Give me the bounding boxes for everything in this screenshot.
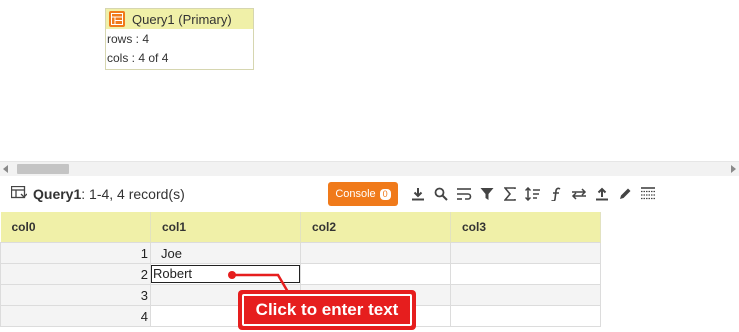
search-icon[interactable] — [431, 184, 451, 204]
function-icon[interactable] — [546, 184, 566, 204]
column-header-col0[interactable]: col0 — [0, 212, 151, 243]
scrollbar-thumb[interactable] — [17, 164, 69, 174]
result-record-count: : 1-4, 4 record(s) — [81, 186, 185, 202]
query-rows-count: rows : 4 — [107, 32, 150, 46]
sort-icon[interactable] — [523, 184, 543, 204]
scroll-right-icon[interactable] — [731, 165, 736, 173]
table-cell[interactable] — [450, 242, 601, 264]
query-table-icon — [109, 11, 125, 27]
result-grid-icon — [11, 186, 27, 199]
console-button[interactable]: Console 0 — [328, 182, 398, 206]
table-cell[interactable]: 3 — [0, 284, 151, 306]
table-row: 1 Joe — [0, 242, 601, 264]
query-node-title: Query1 (Primary) — [132, 11, 232, 27]
horizontal-scrollbar[interactable] — [0, 161, 739, 176]
query-cols-count: cols : 4 of 4 — [107, 51, 169, 65]
download-icon[interactable] — [408, 184, 428, 204]
result-toolbar: Query1: 1-4, 4 record(s) Console 0 — [0, 178, 739, 210]
columns-icon[interactable] — [638, 184, 658, 204]
console-label: Console — [335, 188, 376, 200]
table-cell[interactable] — [450, 284, 601, 306]
edit-icon[interactable] — [615, 184, 635, 204]
result-query-name: Query1 — [33, 186, 82, 202]
callout-text: Click to enter text — [242, 294, 412, 326]
table-cell[interactable] — [300, 242, 451, 264]
table-cell[interactable] — [300, 263, 451, 285]
scroll-left-icon[interactable] — [3, 165, 8, 173]
table-cell[interactable] — [450, 263, 601, 285]
column-header-col2[interactable]: col2 — [300, 212, 451, 243]
wrap-icon[interactable] — [454, 184, 474, 204]
sum-icon[interactable] — [500, 184, 520, 204]
grid-header-row: col0 col1 col2 col3 — [0, 212, 601, 243]
console-count-badge: 0 — [379, 188, 391, 200]
filter-icon[interactable] — [477, 184, 497, 204]
table-cell[interactable]: Joe — [150, 242, 301, 264]
swap-icon[interactable] — [569, 184, 589, 204]
column-header-col3[interactable]: col3 — [450, 212, 601, 243]
upload-icon[interactable] — [592, 184, 612, 204]
table-cell[interactable]: 2 — [0, 263, 151, 285]
table-row: 2 Robert — [0, 263, 601, 285]
callout-box: Click to enter text — [238, 290, 416, 330]
table-cell[interactable]: 1 — [0, 242, 151, 264]
result-title: Query1: 1-4, 4 record(s) — [33, 186, 185, 202]
query-node[interactable]: Query1 (Primary) rows : 4 cols : 4 of 4 — [105, 8, 254, 70]
table-cell[interactable] — [450, 305, 601, 327]
table-cell[interactable]: 4 — [0, 305, 151, 327]
column-header-col1[interactable]: col1 — [150, 212, 301, 243]
query-node-header[interactable]: Query1 (Primary) — [106, 9, 253, 29]
